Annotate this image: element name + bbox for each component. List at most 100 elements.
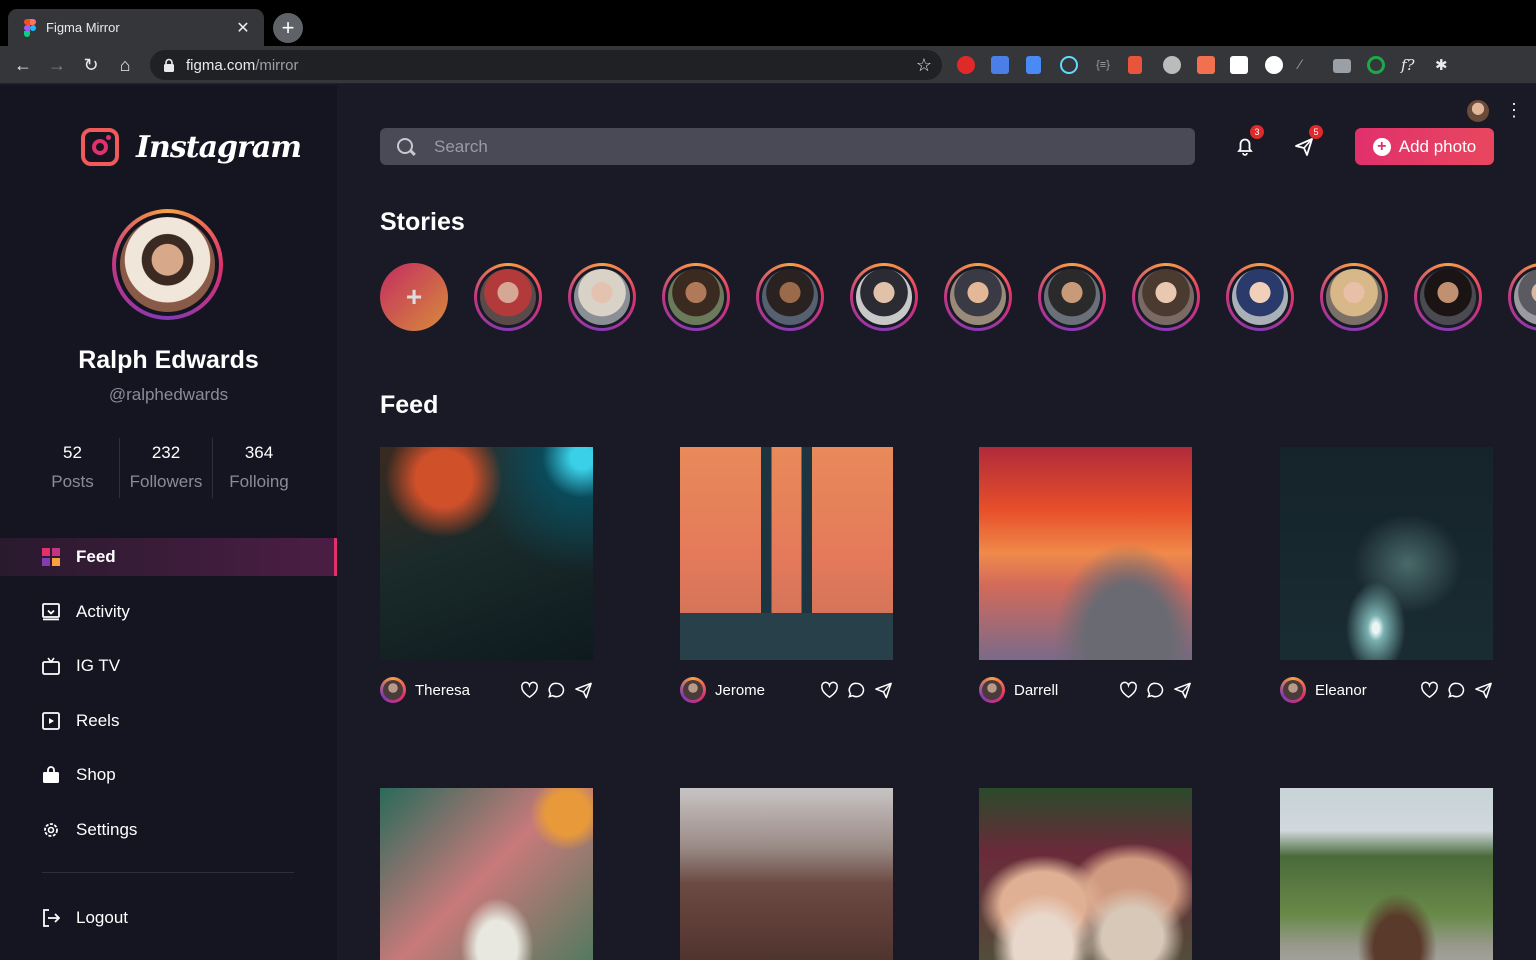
comment-icon[interactable] — [547, 681, 566, 699]
grid-icon — [42, 548, 60, 566]
post-author-avatar[interactable] — [1280, 677, 1306, 703]
forward-icon[interactable]: → — [45, 53, 69, 77]
notifications-button[interactable]: 3 — [1230, 125, 1264, 161]
profile-avatar[interactable] — [112, 209, 223, 320]
post-author-name[interactable]: Eleanor — [1315, 682, 1412, 699]
post-image[interactable] — [1280, 788, 1493, 960]
extension-fx-icon[interactable]: f? — [1401, 56, 1419, 74]
heart-icon[interactable] — [1119, 681, 1138, 699]
sidebar-item-label: Feed — [76, 547, 116, 566]
extension-lighthouse-icon[interactable] — [1128, 56, 1142, 74]
extension-translate-icon[interactable] — [991, 56, 1009, 74]
messages-badge: 5 — [1309, 125, 1323, 139]
browser-tab[interactable]: Figma Mirror ✕ — [8, 9, 264, 46]
feed-post — [1280, 788, 1493, 960]
feed-title: Feed — [380, 391, 439, 419]
post-image[interactable] — [380, 788, 593, 960]
sidebar-item-reels[interactable]: Reels — [0, 702, 337, 740]
feed-post — [680, 788, 893, 960]
home-icon[interactable]: ⌂ — [113, 53, 137, 77]
extension-web-icon[interactable] — [1163, 56, 1181, 74]
plus-circle-icon: + — [1372, 137, 1391, 156]
comment-icon[interactable] — [1146, 681, 1165, 699]
story-avatar[interactable] — [1320, 263, 1388, 331]
add-photo-button[interactable]: + Add photo — [1355, 128, 1494, 165]
back-icon[interactable]: ← — [11, 53, 35, 77]
sidebar-item-label: Settings — [76, 819, 138, 839]
extension-pen-icon[interactable]: ⁄ — [1299, 56, 1317, 74]
add-story-button[interactable]: + — [380, 263, 448, 331]
extension-grammarly-icon[interactable] — [1367, 56, 1385, 74]
new-tab-button[interactable]: + — [273, 13, 303, 43]
sidebar-item-feed[interactable]: Feed — [0, 538, 337, 576]
profile-handle: @ralphedwards — [108, 385, 229, 404]
post-image[interactable] — [979, 788, 1192, 960]
comment-icon[interactable] — [1447, 681, 1466, 699]
comment-icon[interactable] — [847, 681, 866, 699]
post-author-name[interactable]: Theresa — [415, 682, 512, 699]
post-image[interactable] — [680, 447, 893, 660]
story-avatar[interactable] — [568, 263, 636, 331]
sidebar-item-igtv[interactable]: IG TV — [0, 647, 337, 685]
shop-icon — [43, 766, 59, 783]
story-avatar[interactable] — [662, 263, 730, 331]
extension-download-icon[interactable] — [1230, 56, 1248, 74]
post-author-avatar[interactable] — [680, 677, 706, 703]
story-avatar[interactable] — [756, 263, 824, 331]
notification-badge: 3 — [1250, 125, 1264, 139]
browser-toolbar: ← → ↻ ⌂ figma.com/mirror ☆ {≡} ⁄ f? ✱ ⋮ — [0, 46, 1536, 122]
extensions-puzzle-icon[interactable]: ✱ — [1435, 56, 1453, 74]
story-avatar[interactable] — [1414, 263, 1482, 331]
logout-button[interactable]: Logout — [0, 899, 337, 937]
story-avatar[interactable] — [1226, 263, 1294, 331]
post-author-name[interactable]: Jerome — [715, 682, 812, 699]
stories-title: Stories — [380, 208, 465, 236]
stat-following[interactable]: 364 Folloing — [212, 438, 305, 498]
gear-icon — [44, 822, 58, 837]
github-icon[interactable] — [1265, 56, 1283, 74]
search-bar[interactable] — [380, 128, 1195, 165]
story-avatar[interactable] — [944, 263, 1012, 331]
extension-react-icon[interactable] — [1060, 56, 1078, 74]
sidebar-item-shop[interactable]: Shop — [0, 756, 337, 794]
heart-icon[interactable] — [1420, 681, 1439, 699]
story-avatar[interactable] — [1508, 263, 1536, 331]
share-icon[interactable] — [574, 681, 593, 699]
story-avatar[interactable] — [474, 263, 542, 331]
extension-ab-icon[interactable] — [1197, 56, 1215, 74]
extension-docs-icon[interactable] — [1026, 56, 1041, 74]
stat-posts[interactable]: 52 Posts — [26, 438, 119, 498]
logout-label: Logout — [76, 908, 128, 927]
feed-post: Darrell — [979, 447, 1192, 703]
story-avatar[interactable] — [850, 263, 918, 331]
extension-json-icon[interactable]: {≡} — [1094, 56, 1112, 74]
extension-stop-icon[interactable] — [957, 56, 975, 74]
bookmark-star-icon[interactable]: ☆ — [916, 55, 932, 76]
feed-post — [380, 788, 593, 960]
search-icon — [396, 137, 416, 157]
heart-icon[interactable] — [520, 681, 539, 699]
messages-button[interactable]: 5 — [1289, 125, 1323, 161]
post-image[interactable] — [680, 788, 893, 960]
share-icon[interactable] — [874, 681, 893, 699]
post-image[interactable] — [380, 447, 593, 660]
sidebar-item-activity[interactable]: Activity — [0, 593, 337, 631]
heart-icon[interactable] — [820, 681, 839, 699]
post-author-avatar[interactable] — [380, 677, 406, 703]
close-icon[interactable]: ✕ — [234, 18, 252, 38]
post-author-name[interactable]: Darrell — [1014, 682, 1111, 699]
story-avatar[interactable] — [1132, 263, 1200, 331]
share-icon[interactable] — [1173, 681, 1192, 699]
post-image[interactable] — [979, 447, 1192, 660]
story-avatar[interactable] — [1038, 263, 1106, 331]
search-input[interactable] — [434, 136, 1134, 157]
stat-followers[interactable]: 232 Followers — [119, 438, 212, 498]
address-bar[interactable]: figma.com/mirror ☆ — [150, 50, 942, 80]
post-author-avatar[interactable] — [979, 677, 1005, 703]
sidebar-item-settings[interactable]: Settings — [0, 811, 337, 849]
extension-camera-icon[interactable] — [1333, 59, 1351, 73]
reload-icon[interactable]: ↻ — [79, 53, 103, 77]
share-icon[interactable] — [1474, 681, 1493, 699]
instagram-logo[interactable]: Instagram — [81, 128, 302, 166]
post-image[interactable] — [1280, 447, 1493, 660]
